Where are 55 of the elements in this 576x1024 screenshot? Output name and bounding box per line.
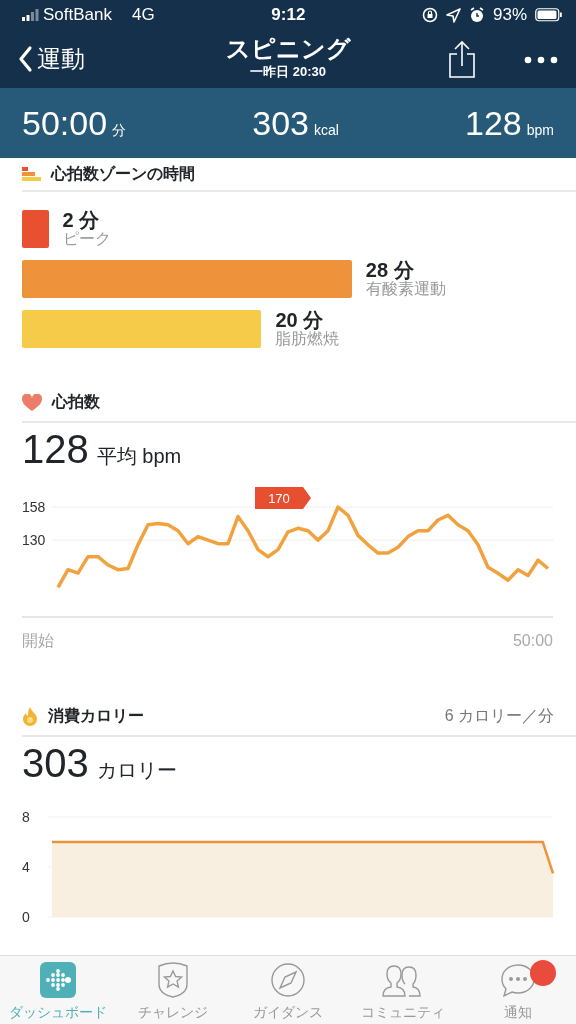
zones-icon xyxy=(22,167,41,181)
back-button[interactable]: 運動 xyxy=(18,41,168,77)
section-title: 消費カロリー xyxy=(48,706,145,726)
average-value: 128 xyxy=(22,427,89,471)
screen-subtitle: 一昨日 20:30 xyxy=(250,63,326,82)
section-title: 心拍数ゾーンの時間 xyxy=(51,164,195,184)
summary-value: 50:00 xyxy=(22,102,108,144)
tab-item[interactable]: チャレンジ xyxy=(115,956,231,1024)
tab-item[interactable]: ダッシュボード xyxy=(0,956,116,1024)
compass-icon xyxy=(270,962,306,998)
average-unit: 平均 bpm xyxy=(96,445,182,467)
battery-percent: 93% xyxy=(492,4,527,27)
alarm-icon xyxy=(468,7,485,23)
rotation-lock-icon xyxy=(421,7,438,23)
zone-label: ピーク xyxy=(62,231,111,248)
zone-minutes: 28 分 xyxy=(365,260,414,281)
zone-minutes: 2 分 xyxy=(62,210,101,231)
summary-unit: kcal xyxy=(313,120,339,140)
share-button[interactable] xyxy=(448,40,476,78)
peak-tag: 170 xyxy=(255,487,311,509)
screen-title: スピニング xyxy=(225,36,351,63)
zone-label: 脂肪燃焼 xyxy=(275,331,340,348)
network-type: 4G xyxy=(132,4,155,27)
battery-icon xyxy=(535,8,562,22)
zone-label: 有酸素運動 xyxy=(365,281,446,298)
summary-unit: 分 xyxy=(112,120,127,140)
axis-tick-label: 158 xyxy=(22,499,46,515)
tab-item[interactable]: ガイダンス xyxy=(230,956,346,1024)
calorie-unit: カロリー xyxy=(96,759,177,781)
more-icon xyxy=(524,55,558,64)
heart-icon xyxy=(22,393,42,411)
dashboard-icon xyxy=(39,962,76,998)
summary-value: 303 xyxy=(252,102,309,144)
axis-tick-label: 0 xyxy=(22,909,30,925)
chat-bubble-icon xyxy=(500,962,537,998)
axis-tick-label: 130 xyxy=(22,532,46,549)
axis-tick-label: 4 xyxy=(22,859,30,875)
calorie-rate: 6 カロリー／分 xyxy=(444,706,554,726)
flame-icon xyxy=(22,705,38,727)
zone-minutes: 20 分 xyxy=(275,310,324,331)
axis-end-label: 50:00 xyxy=(512,632,553,649)
status-time: 9:12 xyxy=(270,4,307,27)
axis-start-label: 開始 xyxy=(22,632,54,649)
share-icon xyxy=(448,40,476,78)
summary-unit: bpm xyxy=(526,120,554,140)
summary-value: 128 xyxy=(465,102,522,144)
tab-item[interactable]: コミュニティ xyxy=(345,956,461,1024)
signal-icon xyxy=(22,9,39,21)
calorie-value: 303 xyxy=(22,741,89,785)
carrier-name: SoftBank xyxy=(43,4,112,27)
section-title: 心拍数 xyxy=(52,392,100,412)
axis-tick-label: 8 xyxy=(22,809,30,825)
location-icon xyxy=(445,7,461,23)
tab-item[interactable]: 通知 xyxy=(460,956,576,1024)
chevron-left-icon xyxy=(18,45,33,73)
